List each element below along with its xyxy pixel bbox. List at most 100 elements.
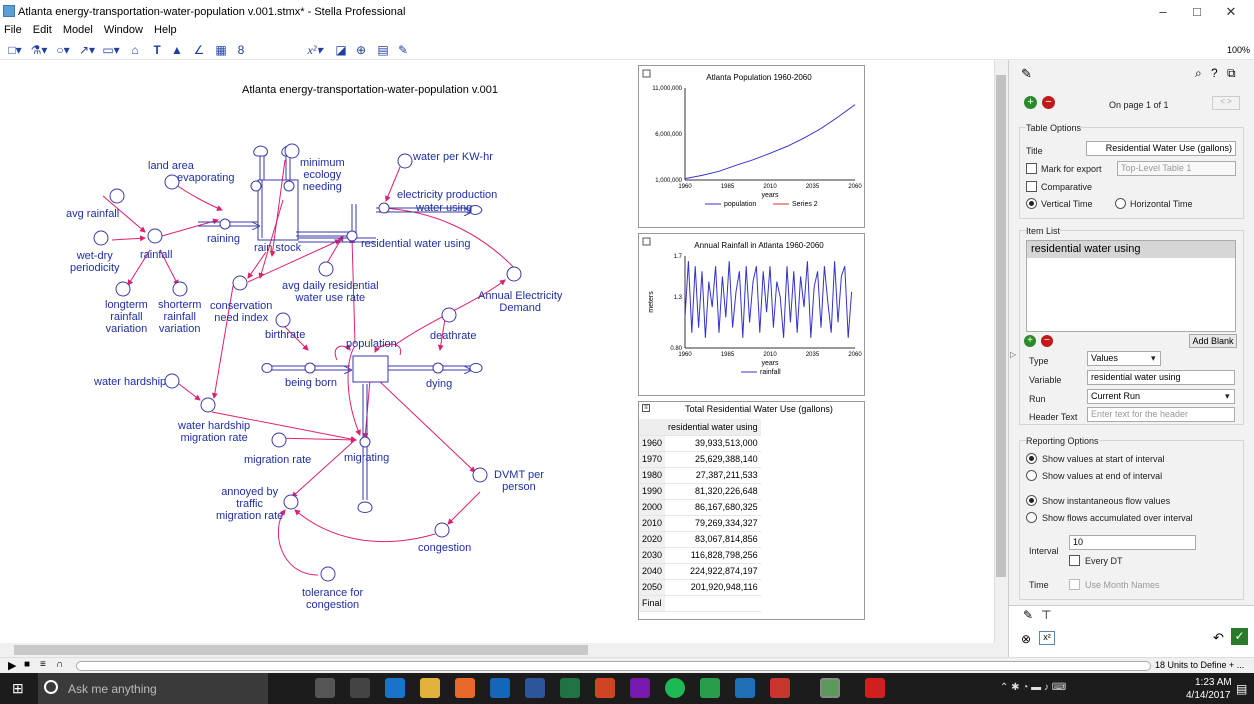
firefox-icon[interactable] <box>455 678 475 698</box>
edge-icon[interactable] <box>385 678 405 698</box>
start-interval-radio[interactable] <box>1026 453 1037 464</box>
label-water-hardship-migration-rate[interactable]: water hardship migration rate <box>178 420 250 444</box>
label-water-per-kw-hr[interactable]: water per KW-hr <box>413 151 493 163</box>
label-evaporating[interactable]: evaporating <box>177 172 235 184</box>
loop-icon[interactable]: ∩ <box>56 659 63 670</box>
graph-tool-icon[interactable]: ∠ <box>188 42 210 58</box>
file-explorer-icon[interactable] <box>420 678 440 698</box>
converter-tool-icon[interactable]: ○▾ <box>52 42 74 58</box>
every-dt-checkbox[interactable] <box>1069 555 1080 566</box>
rainfall-graph[interactable]: Annual Rainfall in Atlanta 1960-2060 1960… <box>638 233 865 396</box>
vertical-time-radio[interactable] <box>1026 198 1037 209</box>
label-avg-rainfall[interactable]: avg rainfall <box>66 208 119 220</box>
stock-tool-icon[interactable]: □▾ <box>4 42 26 58</box>
population-graph[interactable]: Atlanta Population 1960-2060 1960 1985 2010… <box>638 65 865 228</box>
label-population[interactable]: population <box>346 338 397 350</box>
display-tool-icon[interactable]: ▤ <box>374 42 392 58</box>
search-placeholder[interactable]: Ask me anything <box>68 682 157 696</box>
label-water-hardship[interactable]: water hardship <box>94 376 166 388</box>
microphone-icon[interactable] <box>315 678 335 698</box>
header-text-field[interactable]: Enter text for the header <box>1087 407 1235 422</box>
cortana-icon[interactable] <box>44 680 58 694</box>
acrobat-icon[interactable] <box>865 678 885 698</box>
mark-export-checkbox[interactable] <box>1026 163 1037 174</box>
remove-icon[interactable]: − <box>1042 96 1055 109</box>
excel-icon[interactable] <box>560 678 580 698</box>
vensim-icon[interactable] <box>735 678 755 698</box>
remove-item-icon[interactable]: − <box>1041 335 1053 347</box>
brush-tool-icon[interactable]: ✎ <box>394 42 412 58</box>
undo-icon[interactable]: ↶ <box>1213 630 1224 646</box>
apply-check-icon[interactable]: ✓ <box>1231 628 1248 645</box>
label-dvmt-per-person[interactable]: DVMT per person <box>494 469 544 493</box>
pointer-tool-icon[interactable]: ◪ <box>332 42 350 58</box>
minimize-button[interactable]: – <box>1150 2 1176 22</box>
accumulated-radio[interactable] <box>1026 512 1037 523</box>
add-icon[interactable]: + <box>1024 96 1037 109</box>
item-list-entry[interactable]: residential water using <box>1027 241 1235 258</box>
task-view-icon[interactable] <box>350 678 370 698</box>
label-rainfall[interactable]: rainfall <box>140 249 172 261</box>
instantaneous-radio[interactable] <box>1026 495 1037 506</box>
maximize-button[interactable]: □ <box>1184 2 1210 22</box>
system-tray-icons[interactable]: ⌃ ✱ ◔ ▬ ♪ ⌨ <box>1000 682 1066 693</box>
page-nav-buttons[interactable]: < > <box>1212 96 1240 110</box>
label-migrating[interactable]: migrating <box>344 452 389 464</box>
label-annoyed-by-traffic-migration-rate[interactable]: annoyed by traffic migration rate <box>216 486 283 522</box>
label-migration-rate[interactable]: migration rate <box>244 454 311 466</box>
popout-icon[interactable]: ⧉ <box>1227 66 1236 81</box>
label-land-area[interactable]: land area <box>148 160 194 172</box>
flow-tool-icon[interactable]: ⚗▾ <box>28 42 50 58</box>
search-icon[interactable]: ⌕ <box>1195 66 1202 81</box>
stella-taskbar-icon[interactable] <box>820 678 840 698</box>
run-icon[interactable]: ▶ <box>8 659 16 672</box>
text-tool-icon[interactable]: T <box>146 42 168 58</box>
interval-field[interactable]: 10 <box>1069 535 1196 550</box>
help-icon[interactable]: ? <box>1211 66 1218 80</box>
notifications-icon[interactable]: ▤ <box>1236 682 1247 696</box>
water-use-table[interactable]: ≡ Total Residential Water Use (gallons) … <box>638 401 865 620</box>
title-field[interactable]: Residential Water Use (gallons) <box>1086 141 1236 156</box>
app-icon[interactable] <box>770 678 790 698</box>
model-canvas[interactable]: Atlanta energy-transportation-water-popu… <box>0 60 994 643</box>
label-rain-stock[interactable]: rain stock <box>254 242 301 254</box>
zoom-tool-icon[interactable]: ⊕ <box>352 42 370 58</box>
end-interval-radio[interactable] <box>1026 470 1037 481</box>
comparative-checkbox[interactable] <box>1026 181 1037 192</box>
powerpoint-icon[interactable] <box>595 678 615 698</box>
table-tool-icon[interactable]: ▦ <box>210 42 232 58</box>
zoom-level[interactable]: 100% <box>1227 45 1250 55</box>
run-select[interactable]: Current Run <box>1087 389 1235 404</box>
label-birthrate[interactable]: birthrate <box>265 329 305 341</box>
numeric-display-icon[interactable]: 8 <box>230 42 252 58</box>
label-longterm-rainfall-variation[interactable]: longterm rainfall variation <box>105 299 148 335</box>
vertical-scroll-thumb[interactable] <box>996 75 1006 577</box>
label-shorterm-rainfall-variation[interactable]: shorterm rainfall variation <box>158 299 201 335</box>
label-raining[interactable]: raining <box>207 233 240 245</box>
word-icon[interactable] <box>525 678 545 698</box>
wrench-icon[interactable]: ✎ <box>1021 66 1032 82</box>
add-blank-button[interactable]: Add Blank <box>1189 334 1237 348</box>
menu-window[interactable]: Window <box>104 24 143 36</box>
equation-tool-icon[interactable]: x²▾ <box>300 42 330 58</box>
properties-tab-icon[interactable]: ✎ <box>1023 608 1033 622</box>
button-tool-icon[interactable]: ⌂ <box>124 42 146 58</box>
stop-icon[interactable]: ■ <box>24 659 30 670</box>
globe-icon[interactable]: ⊗ <box>1021 632 1031 646</box>
equation-icon[interactable]: x² <box>1039 631 1055 645</box>
module-tool-icon[interactable]: ▭▾ <box>100 42 122 58</box>
type-select[interactable]: Values <box>1087 351 1161 366</box>
close-button[interactable]: ✕ <box>1218 2 1244 22</box>
label-tolerance-for-congestion[interactable]: tolerance for congestion <box>302 587 363 611</box>
panel-expand-icon[interactable]: ▷ <box>1010 350 1016 359</box>
clock-time[interactable]: 1:23 AM <box>1195 677 1232 688</box>
label-wet-dry-periodicity[interactable]: wet-dry periodicity <box>70 250 120 274</box>
google-drive-icon[interactable] <box>700 678 720 698</box>
label-congestion[interactable]: congestion <box>418 542 471 554</box>
label-electricity-production[interactable]: electricity production <box>397 189 497 201</box>
outlook-icon[interactable] <box>490 678 510 698</box>
windows-start-icon[interactable]: ⊞ <box>12 681 26 695</box>
label-residential-water-using[interactable]: residential water using <box>361 238 470 250</box>
menu-model[interactable]: Model <box>63 24 93 36</box>
label-minimum-ecology-needing[interactable]: minimum ecology needing <box>300 157 345 193</box>
